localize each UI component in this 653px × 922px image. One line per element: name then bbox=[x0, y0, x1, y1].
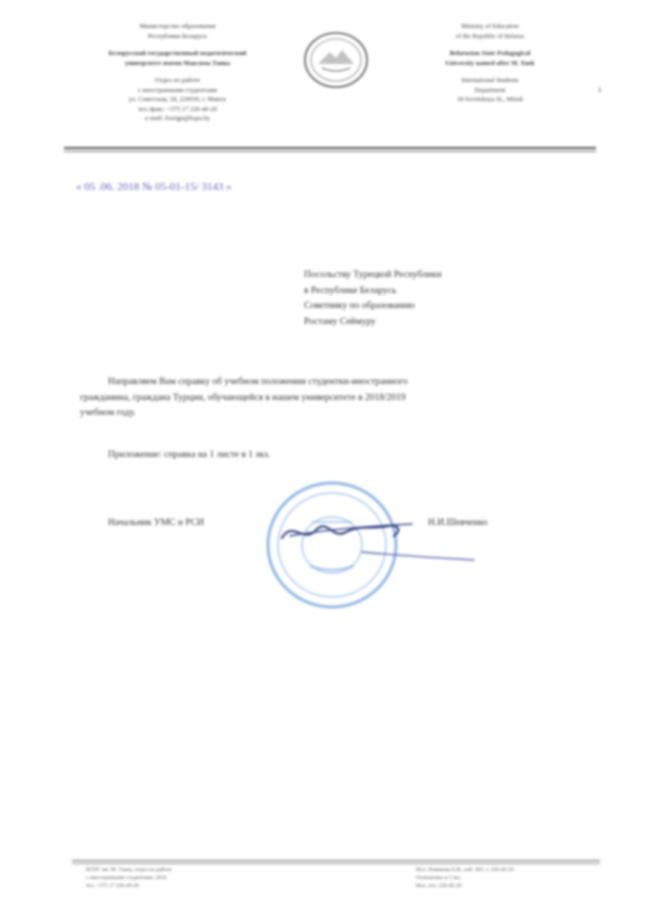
letterhead-divider bbox=[64, 151, 596, 152]
outgoing-reference: « 05 .06. 2018 № 05-01-15/ 3143 » bbox=[76, 181, 232, 193]
body-line: гражданина, граждана Турции, обучающейся… bbox=[80, 392, 406, 403]
letterhead-right-line: International Students bbox=[461, 77, 519, 84]
addressee-line: в Республике Беларусь bbox=[304, 285, 397, 296]
addressee-line: Ростаму Сеймуру bbox=[304, 316, 376, 327]
footer-line: тел. +375 17 226-40-20 bbox=[86, 883, 139, 889]
letterhead-mark: 1 bbox=[598, 86, 602, 94]
letterhead-left-org: Белорусский государственный педагогическ… bbox=[108, 50, 247, 57]
letterhead-right: Ministry of Education of the Republic of… bbox=[405, 22, 575, 105]
letterhead-right-org: Belarusian State Pedagogical bbox=[449, 50, 531, 57]
attachment-note: Приложение: справка на 1 листе в 1 экз. bbox=[108, 450, 271, 460]
letterhead-right-org: University named after M. Tank bbox=[445, 59, 535, 67]
letter-body: Направляем Вам справку об учебном положе… bbox=[80, 375, 580, 422]
letterhead-right-line: of the Republic of Belarus bbox=[455, 32, 525, 40]
addressee-line: Советнику по образованию bbox=[304, 301, 415, 311]
footer-line: Исп. тел. 226-40-20 bbox=[416, 883, 462, 889]
letterhead-left-line: с иностранными студентами bbox=[138, 86, 217, 94]
footer-line: с иностранными студентами, 2018 bbox=[86, 875, 167, 881]
letterhead-divider bbox=[64, 147, 596, 149]
letterhead-right-line: Department bbox=[474, 86, 506, 94]
footer-divider bbox=[72, 860, 600, 861]
letterhead-left-line: тел./факс: +375 17 226-40-20 bbox=[137, 105, 218, 113]
footer-left: БГПУ им. М. Танка, отдел по работе с ино… bbox=[86, 866, 172, 890]
handwritten-signature-icon bbox=[280, 523, 475, 561]
university-emblem-icon bbox=[304, 32, 368, 88]
signatory-name: Н.И.Шевченко bbox=[428, 518, 488, 528]
addressee-line: Посольству Турецкой Республики bbox=[304, 270, 442, 280]
letterhead-left-line: ул. Советская, 18, 220030, г. Минск bbox=[128, 96, 227, 103]
letterhead-left-line: Министерство образования bbox=[139, 23, 216, 30]
letterhead-left-line: Отдел по работе bbox=[154, 77, 201, 84]
letter-page: Министерство образования Республики Бела… bbox=[0, 0, 653, 922]
letterhead-left: Министерство образования Республики Бела… bbox=[70, 22, 285, 124]
signatory-title: Начальник УМС и РСИ bbox=[108, 518, 204, 528]
addressee-block: Посольству Турецкой Республики в Республ… bbox=[304, 268, 442, 330]
footer-divider bbox=[72, 863, 600, 864]
footer-line: БГПУ им. М. Танка, отдел по работе bbox=[86, 867, 172, 873]
letterhead-right-line: 18 Sovetskaya St., Minsk bbox=[456, 96, 524, 103]
footer-line: Отпечатано в 2 экз. bbox=[416, 875, 462, 881]
letterhead-left-org: университет имени Максима Танка bbox=[124, 59, 231, 67]
footer-right: Исп. Новикова Е.В., каб. 405, т. 226-40-… bbox=[416, 866, 514, 890]
letterhead-left-line: e-mail: foreign@bspu.by bbox=[144, 115, 211, 122]
letterhead-right-line: Ministry of Education bbox=[461, 23, 519, 30]
letterhead-left-line: Республики Беларусь bbox=[147, 32, 208, 40]
body-line: Направляем Вам справку об учебном положе… bbox=[108, 377, 408, 387]
footer-line: Исп. Новикова Е.В., каб. 405, т. 226-40-… bbox=[416, 867, 514, 873]
body-line: учебном году. bbox=[80, 408, 136, 418]
